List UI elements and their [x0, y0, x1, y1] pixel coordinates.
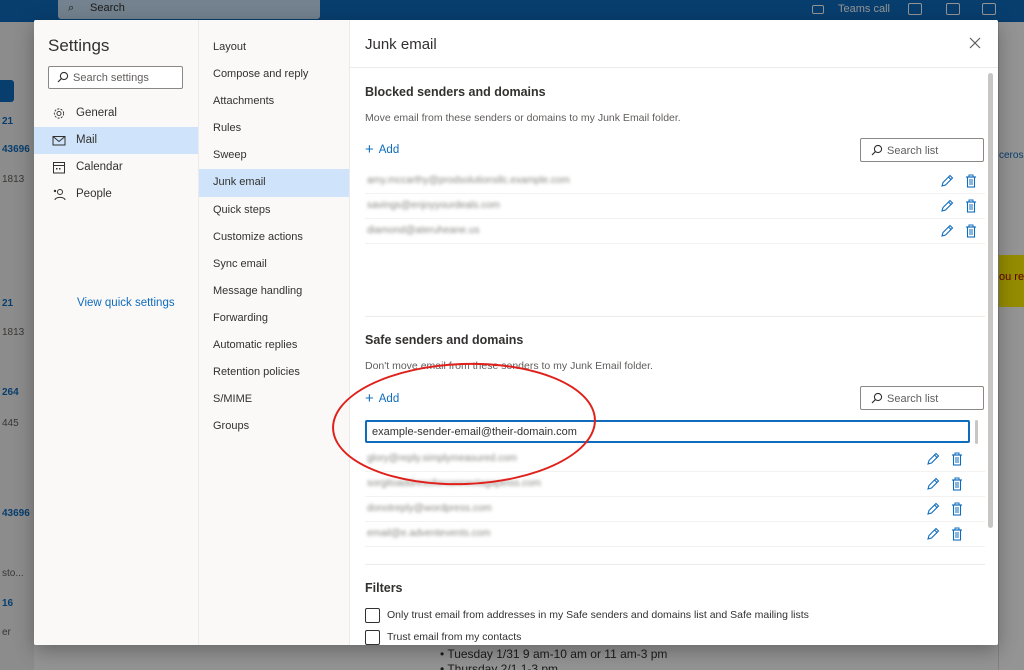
edit-icon[interactable]	[926, 452, 940, 466]
mail-nav-item-s-mime[interactable]: S/MIME	[199, 386, 349, 413]
list-item: amy.mccarthy@prodsolutionsllc.example.co…	[365, 169, 985, 194]
edit-icon[interactable]	[926, 527, 940, 541]
mail-nav-item-customize-actions[interactable]: Customize actions	[199, 224, 349, 251]
delete-icon[interactable]	[950, 452, 964, 466]
edit-icon[interactable]	[940, 199, 954, 213]
junk-email-content: Blocked senders and domains Move email f…	[350, 67, 998, 645]
mail-icon	[52, 136, 66, 146]
sender-address: amy.mccarthy@prodsolutionsllc.example.co…	[367, 175, 570, 186]
new-safe-sender-field[interactable]	[365, 420, 970, 443]
sender-address: diamond@ateruheane.us	[367, 225, 480, 236]
section-divider	[365, 316, 985, 317]
delete-icon[interactable]	[964, 224, 978, 238]
panel-title: Junk email	[365, 36, 437, 53]
plus-icon: +	[365, 141, 374, 158]
checkbox[interactable]	[365, 630, 380, 645]
category-label: People	[76, 188, 112, 200]
list-item: diamond@ateruheane.us	[365, 219, 985, 244]
category-people[interactable]: People	[34, 181, 198, 208]
edit-icon[interactable]	[940, 174, 954, 188]
blocked-search-box[interactable]	[860, 138, 984, 162]
sender-address: sorgitoaddressforconnectagapeiss.com	[367, 478, 541, 489]
junk-email-panel: Junk email Blocked senders and domains M…	[350, 20, 998, 645]
search-icon	[57, 71, 69, 83]
gear-icon	[53, 108, 65, 119]
mail-nav-item-forwarding[interactable]: Forwarding	[199, 305, 349, 332]
mail-nav-item-sweep[interactable]: Sweep	[199, 142, 349, 169]
edit-icon[interactable]	[926, 477, 940, 491]
blocked-search-input[interactable]	[887, 142, 979, 159]
scrollbar[interactable]	[988, 73, 993, 528]
settings-category-list: General Mail Calendar People View quick …	[34, 100, 198, 309]
mail-nav-item-rules[interactable]: Rules	[199, 115, 349, 142]
section-divider	[365, 564, 985, 565]
mail-nav-item-automatic-replies[interactable]: Automatic replies	[199, 332, 349, 359]
plus-icon: +	[365, 390, 374, 407]
list-item: savings@enjoyyourdeals.com	[365, 194, 985, 219]
mail-nav-item-retention-policies[interactable]: Retention policies	[199, 359, 349, 386]
category-calendar[interactable]: Calendar	[34, 154, 198, 181]
list-item: donotreply@wordpress.com	[365, 497, 985, 522]
list-item: glory@reply.simplymeasured.com	[365, 447, 985, 472]
sender-address: donotreply@wordpress.com	[367, 503, 492, 514]
mail-nav-item-quick-steps[interactable]: Quick steps	[199, 197, 349, 224]
search-icon	[871, 144, 883, 156]
category-label: Calendar	[76, 161, 123, 173]
add-safe-sender-button[interactable]: + Add	[365, 390, 399, 407]
edit-icon[interactable]	[940, 224, 954, 238]
delete-icon[interactable]	[950, 527, 964, 541]
list-scrollbar[interactable]	[975, 420, 978, 444]
mail-nav-item-groups[interactable]: Groups	[199, 413, 349, 440]
safe-senders-title: Safe senders and domains	[365, 333, 524, 347]
sender-address: email@e.adventevents.com	[367, 528, 491, 539]
checkbox[interactable]	[365, 608, 380, 623]
people-icon	[53, 189, 66, 201]
search-settings-box[interactable]	[48, 66, 183, 89]
delete-icon[interactable]	[950, 502, 964, 516]
category-general[interactable]: General	[34, 100, 198, 127]
settings-dialog: Settings General Mail Calendar People Vi…	[34, 20, 998, 645]
sender-address: glory@reply.simplymeasured.com	[367, 453, 518, 464]
delete-icon[interactable]	[950, 477, 964, 491]
settings-title: Settings	[48, 36, 110, 55]
safe-search-box[interactable]	[860, 386, 984, 410]
mail-nav-item-sync-email[interactable]: Sync email	[199, 251, 349, 278]
safe-senders-description: Don't move email from these senders to m…	[365, 360, 653, 372]
list-item: sorgitoaddressforconnectagapeiss.com	[365, 472, 985, 497]
search-icon	[871, 392, 883, 404]
close-icon[interactable]	[968, 36, 982, 50]
view-quick-settings-link[interactable]: View quick settings	[77, 297, 175, 309]
category-label: Mail	[76, 134, 98, 146]
category-mail[interactable]: Mail	[34, 127, 198, 154]
category-label: General	[76, 107, 117, 119]
new-safe-sender-input[interactable]	[372, 424, 962, 440]
mail-nav-item-layout[interactable]: Layout	[199, 34, 349, 61]
settings-categories-pane: Settings General Mail Calendar People Vi…	[34, 20, 199, 645]
mail-nav-item-junk-email[interactable]: Junk email	[199, 169, 349, 197]
mail-nav-item-compose-and-reply[interactable]: Compose and reply	[199, 61, 349, 88]
search-settings-input[interactable]	[73, 69, 179, 86]
blocked-senders-description: Move email from these senders or domains…	[365, 112, 681, 124]
delete-icon[interactable]	[964, 174, 978, 188]
blocked-senders-title: Blocked senders and domains	[365, 85, 546, 99]
add-blocked-sender-button[interactable]: + Add	[365, 141, 399, 158]
calendar-icon	[53, 162, 65, 174]
safe-search-input[interactable]	[887, 390, 979, 407]
delete-icon[interactable]	[964, 199, 978, 213]
sender-address: savings@enjoyyourdeals.com	[367, 200, 500, 211]
filters-title: Filters	[365, 581, 403, 595]
edit-icon[interactable]	[926, 502, 940, 516]
list-item: email@e.adventevents.com	[365, 522, 985, 547]
mail-nav-item-message-handling[interactable]: Message handling	[199, 278, 349, 305]
mail-nav-item-attachments[interactable]: Attachments	[199, 88, 349, 115]
mail-settings-nav: Layout Compose and reply Attachments Rules S…	[199, 20, 350, 645]
